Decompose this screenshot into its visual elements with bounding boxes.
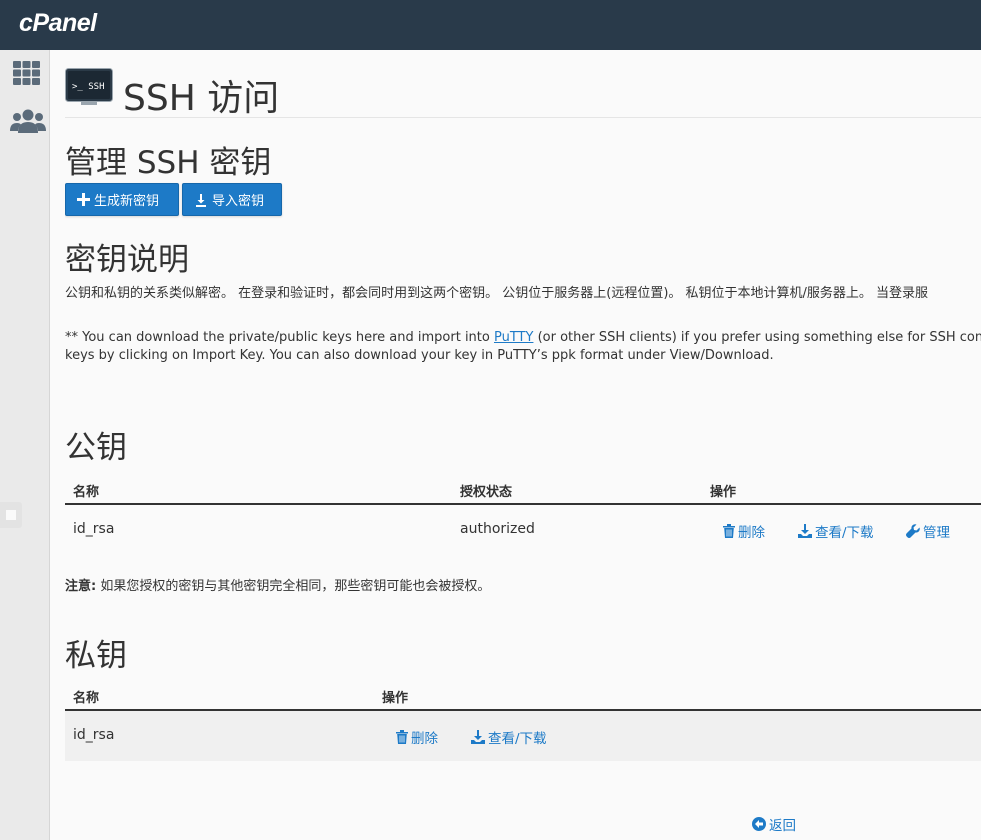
generate-key-button[interactable]: 生成新密钥 bbox=[65, 183, 179, 216]
table-header: 名称 操作 bbox=[65, 679, 981, 711]
description-text-putty: ** You can download the private/public k… bbox=[65, 330, 981, 345]
wrench-icon bbox=[906, 524, 920, 538]
manage-keys-heading: 管理 SSH 密钥 bbox=[65, 145, 272, 181]
plus-icon bbox=[77, 193, 90, 206]
key-description-heading: 密钥说明 bbox=[65, 242, 189, 278]
column-name: 名称 bbox=[73, 485, 100, 500]
generate-key-label: 生成新密钥 bbox=[94, 194, 160, 209]
arrow-circle-left-icon bbox=[752, 817, 766, 831]
main-content: >_ SSH SSH 访问 管理 SSH 密钥 生成新密钥 导入密钥 密钥说明 … bbox=[65, 50, 981, 840]
private-keys-heading: 私钥 bbox=[65, 638, 127, 674]
column-actions: 操作 bbox=[710, 485, 737, 500]
public-keys-table: 名称 授权状态 操作 id_rsa authorized 删除 查看/下载 管理 bbox=[65, 473, 981, 555]
trash-icon bbox=[396, 730, 408, 744]
view-download-private-key-link[interactable]: 查看/下载 bbox=[471, 727, 547, 747]
import-key-button[interactable]: 导入密钥 bbox=[182, 183, 282, 216]
putty-text-suffix: (or other SSH clients) if you prefer usi… bbox=[533, 330, 981, 345]
putty-link[interactable]: PuTTY bbox=[494, 330, 533, 345]
table-row: id_rsa 删除 查看/下载 bbox=[65, 711, 981, 761]
import-key-label: 导入密钥 bbox=[212, 194, 265, 209]
download-icon bbox=[798, 524, 812, 538]
delete-public-key-link[interactable]: 删除 bbox=[723, 521, 765, 541]
download-icon bbox=[471, 730, 485, 744]
terminal-icon: >_ SSH bbox=[65, 68, 113, 105]
sidebar-toggle-handle[interactable] bbox=[0, 502, 22, 528]
delete-private-key-link[interactable]: 删除 bbox=[396, 727, 438, 747]
key-name: id_rsa bbox=[73, 521, 115, 537]
column-actions: 操作 bbox=[382, 691, 409, 706]
grid-icon[interactable] bbox=[10, 58, 42, 90]
view-download-label: 查看/下载 bbox=[815, 525, 874, 541]
svg-text:>_ SSH: >_ SSH bbox=[72, 82, 105, 92]
note-label: 注意: bbox=[65, 579, 97, 594]
back-link[interactable]: 返回 bbox=[752, 814, 796, 834]
key-name: id_rsa bbox=[73, 727, 115, 743]
cpanel-logo[interactable]: cPanel bbox=[19, 9, 97, 38]
back-label: 返回 bbox=[769, 818, 796, 834]
top-bar: cPanel bbox=[0, 0, 981, 50]
manage-label: 管理 bbox=[923, 525, 950, 541]
public-keys-heading: 公钥 bbox=[65, 430, 127, 466]
table-header: 名称 授权状态 操作 bbox=[65, 473, 981, 505]
manage-public-key-link[interactable]: 管理 bbox=[906, 521, 950, 541]
delete-label: 删除 bbox=[738, 525, 765, 541]
private-keys-table: 名称 操作 id_rsa 删除 查看/下载 bbox=[65, 679, 981, 761]
note-text: 如果您授权的密钥与其他密钥完全相同，那些密钥可能也会被授权。 bbox=[96, 579, 491, 594]
putty-text-prefix: ** You can download the private/public k… bbox=[65, 330, 494, 345]
description-text-import: keys by clicking on Import Key. You can … bbox=[65, 348, 774, 363]
page-header: >_ SSH SSH 访问 bbox=[65, 66, 981, 119]
page-title: SSH 访问 bbox=[123, 78, 280, 119]
auth-status: authorized bbox=[460, 521, 535, 537]
table-row: id_rsa authorized 删除 查看/下载 管理 bbox=[65, 505, 981, 555]
column-name: 名称 bbox=[73, 691, 100, 706]
view-download-public-key-link[interactable]: 查看/下载 bbox=[798, 521, 874, 541]
column-auth-status: 授权状态 bbox=[460, 485, 513, 500]
users-icon[interactable] bbox=[10, 106, 46, 138]
delete-label: 删除 bbox=[411, 731, 438, 747]
view-download-label: 查看/下载 bbox=[488, 731, 547, 747]
authorization-note: 注意: 如果您授权的密钥与其他密钥完全相同，那些密钥可能也会被授权。 bbox=[65, 575, 490, 594]
trash-icon bbox=[723, 524, 735, 538]
description-text-cn: 公钥和私钥的关系类似解密。 在登录和验证时，都会同时用到这两个密钥。 公钥位于服… bbox=[65, 286, 929, 301]
import-icon bbox=[196, 193, 206, 207]
sidebar bbox=[0, 50, 50, 840]
